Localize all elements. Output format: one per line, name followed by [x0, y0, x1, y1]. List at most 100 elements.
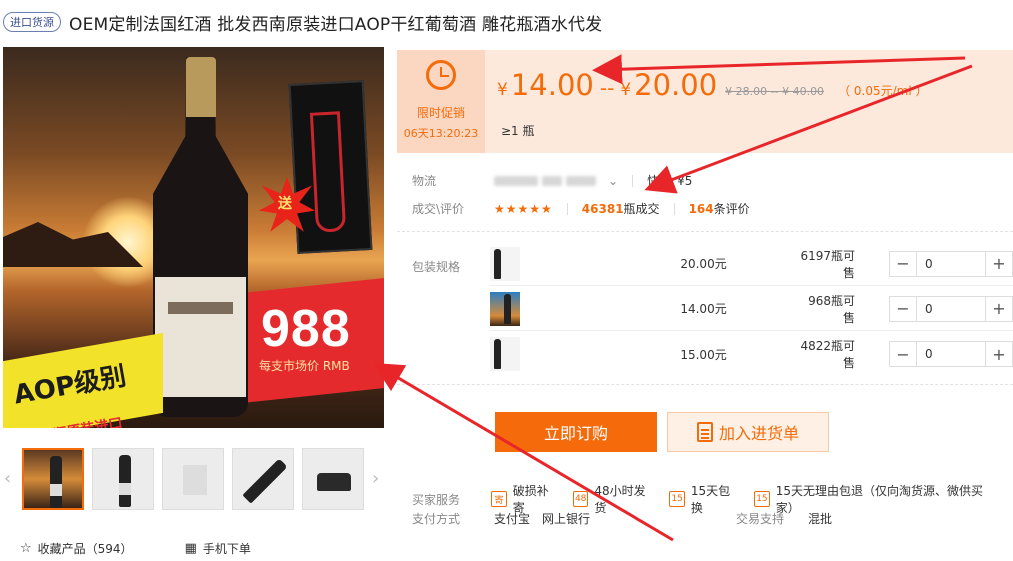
wine-glass-icon — [309, 111, 347, 233]
quantity-input[interactable]: 0 — [916, 296, 986, 321]
carrier-label: 快递 — [647, 174, 672, 188]
blurred-text — [566, 175, 596, 186]
divider — [397, 231, 1013, 232]
bottle-cap — [186, 57, 216, 117]
star-outline-icon[interactable]: ☆ — [20, 541, 32, 556]
bottle-label — [155, 277, 246, 397]
price-low: 14.00 — [510, 68, 594, 102]
sold-count[interactable]: 46381 — [582, 202, 624, 216]
price-range: ¥ 14.00 -- ¥ 20.00 ¥ 28.00 -- ¥ 40.00 （ … — [497, 68, 927, 102]
thumbnail-1[interactable] — [22, 448, 84, 510]
carrier-value: ¥5 — [677, 173, 693, 188]
minus-button[interactable]: − — [890, 297, 916, 321]
spec-thumbnail[interactable] — [490, 291, 521, 326]
exchange-icon: 15 — [669, 491, 685, 507]
product-title: OEM定制法国红酒 批发西南原装进口AOP干红葡萄酒 雕花瓶酒水代发 — [69, 14, 603, 35]
spec-price: 20.00元 — [680, 257, 727, 271]
unit-price: （ 0.05元/ml ） — [838, 84, 928, 98]
divider — [397, 384, 1013, 385]
buy-now-button[interactable]: 立即订购 — [495, 412, 657, 452]
shipping-icon: 48 — [572, 491, 589, 507]
qrcode-icon: ▦ — [184, 541, 197, 556]
divider — [673, 202, 675, 215]
divider — [566, 202, 568, 215]
price-high: 20.00 — [634, 68, 718, 102]
plus-button[interactable]: + — [986, 252, 1012, 276]
currency-symbol: ¥ — [497, 80, 508, 100]
payment-method: 支付宝 — [494, 512, 531, 526]
chevron-right-icon[interactable]: › — [372, 468, 379, 489]
quantity-input[interactable]: 0 — [916, 251, 986, 276]
quantity-stepper: − 0 + — [889, 250, 1013, 277]
product-page: 进口货源 OEM定制法国红酒 批发西南原装进口AOP干红葡萄酒 雕花瓶酒水代发 … — [0, 0, 1013, 561]
favorite-row: ☆ 收藏产品（594） ▦ 手机下单 — [20, 540, 251, 557]
divider — [632, 174, 634, 187]
spec-price: 14.00元 — [680, 302, 727, 316]
spec-row: 20.00元 6197瓶可售 − 0 + — [490, 242, 1013, 286]
spec-label: 包装规格 — [412, 260, 461, 274]
main-product-image[interactable]: 送 AOP级别 法国原瓶原装进口 988 每支市场价 RMB — [3, 47, 384, 428]
deals-row: 成交\评价 ★★★★★ 46381 瓶成交 164 条评价 — [412, 200, 750, 217]
sold-suffix: 瓶成交 — [623, 202, 660, 216]
clipboard-icon — [696, 422, 713, 442]
add-to-cart-button[interactable]: 加入进货单 — [667, 412, 829, 452]
spec-stock: 968瓶可售 — [808, 293, 855, 325]
plus-button[interactable]: + — [986, 342, 1012, 366]
promo-label: 限时促销 — [416, 106, 465, 120]
payment-row: 支付方式 支付宝 网上银行 交易支持 混批 — [412, 510, 844, 527]
thumbnail-strip — [22, 448, 364, 510]
add-to-cart-label: 加入进货单 — [718, 424, 799, 443]
title-row: 进口货源 OEM定制法国红酒 批发西南原装进口AOP干红葡萄酒 雕花瓶酒水代发 — [3, 8, 602, 36]
original-price: ¥ 28.00 -- ¥ 40.00 — [725, 85, 825, 98]
promo-timer: 06天13:20:23 — [403, 127, 479, 140]
min-order-qty: ≥1 瓶 — [501, 124, 535, 138]
trade-value: 混批 — [808, 512, 833, 526]
rating-stars: ★★★★★ — [494, 201, 553, 216]
bottle-label-band — [168, 302, 233, 314]
price-dash: -- — [599, 76, 615, 100]
trade-label: 交易支持 — [736, 512, 785, 526]
mobile-order[interactable]: ▦ 手机下单 — [185, 540, 251, 557]
spec-stock: 6197瓶可售 — [800, 248, 855, 280]
thumbnail-4[interactable] — [232, 448, 294, 510]
thumbnail-5[interactable] — [302, 448, 364, 510]
thumbnail-3[interactable] — [162, 448, 224, 510]
price-banner-value: 988 — [261, 300, 351, 358]
blurred-text — [542, 175, 562, 186]
chevron-left-icon[interactable]: ‹ — [4, 468, 11, 489]
spec-row: 14.00元 968瓶可售 − 0 + — [490, 287, 1013, 331]
logistics-row: 物流 ⌄ 快递 ¥5 — [412, 172, 692, 189]
alarm-clock-icon — [426, 60, 456, 90]
currency-symbol: ¥ — [620, 80, 632, 100]
parcel-icon: 寄 — [491, 491, 507, 507]
mobile-order-label: 手机下单 — [202, 542, 251, 556]
logistics-destination[interactable]: ⌄ — [494, 174, 618, 188]
review-suffix: 条评价 — [713, 202, 750, 216]
import-tag[interactable]: 进口货源 — [3, 12, 61, 32]
thumbnail-2[interactable] — [92, 448, 154, 510]
spec-thumbnail[interactable] — [490, 246, 521, 281]
quantity-input[interactable]: 0 — [916, 342, 986, 366]
payment-method: 网上银行 — [542, 512, 591, 526]
return-icon: 15 — [754, 491, 770, 507]
spec-row: 15.00元 4822瓶可售 − 0 + — [490, 332, 1013, 376]
plus-button[interactable]: + — [986, 297, 1012, 321]
review-count[interactable]: 164 — [689, 202, 714, 216]
price-box: 限时促销 06天13:20:23 ¥ 14.00 -- ¥ 20.00 ¥ 28… — [397, 50, 1013, 153]
spec-thumbnail[interactable] — [490, 337, 521, 371]
payment-label: 支付方式 — [412, 512, 461, 526]
promo-panel: 限时促销 06天13:20:23 — [397, 50, 485, 153]
price-banner-subtext: 每支市场价 RMB — [259, 359, 350, 373]
minus-button[interactable]: − — [890, 252, 916, 276]
quantity-stepper: − 0 + — [889, 341, 1013, 367]
quantity-stepper: − 0 + — [889, 295, 1013, 322]
logistics-label: 物流 — [412, 174, 437, 188]
spec-price: 15.00元 — [680, 347, 727, 362]
minus-button[interactable]: − — [890, 342, 916, 366]
deals-label: 成交\评价 — [412, 202, 465, 216]
promo-burst-text: 送 — [278, 196, 292, 212]
spec-stock: 4822瓶可售 — [800, 339, 855, 370]
favorite-label[interactable]: 收藏产品（594） — [38, 540, 133, 557]
blurred-text — [494, 175, 538, 186]
services-label: 买家服务 — [412, 492, 461, 507]
